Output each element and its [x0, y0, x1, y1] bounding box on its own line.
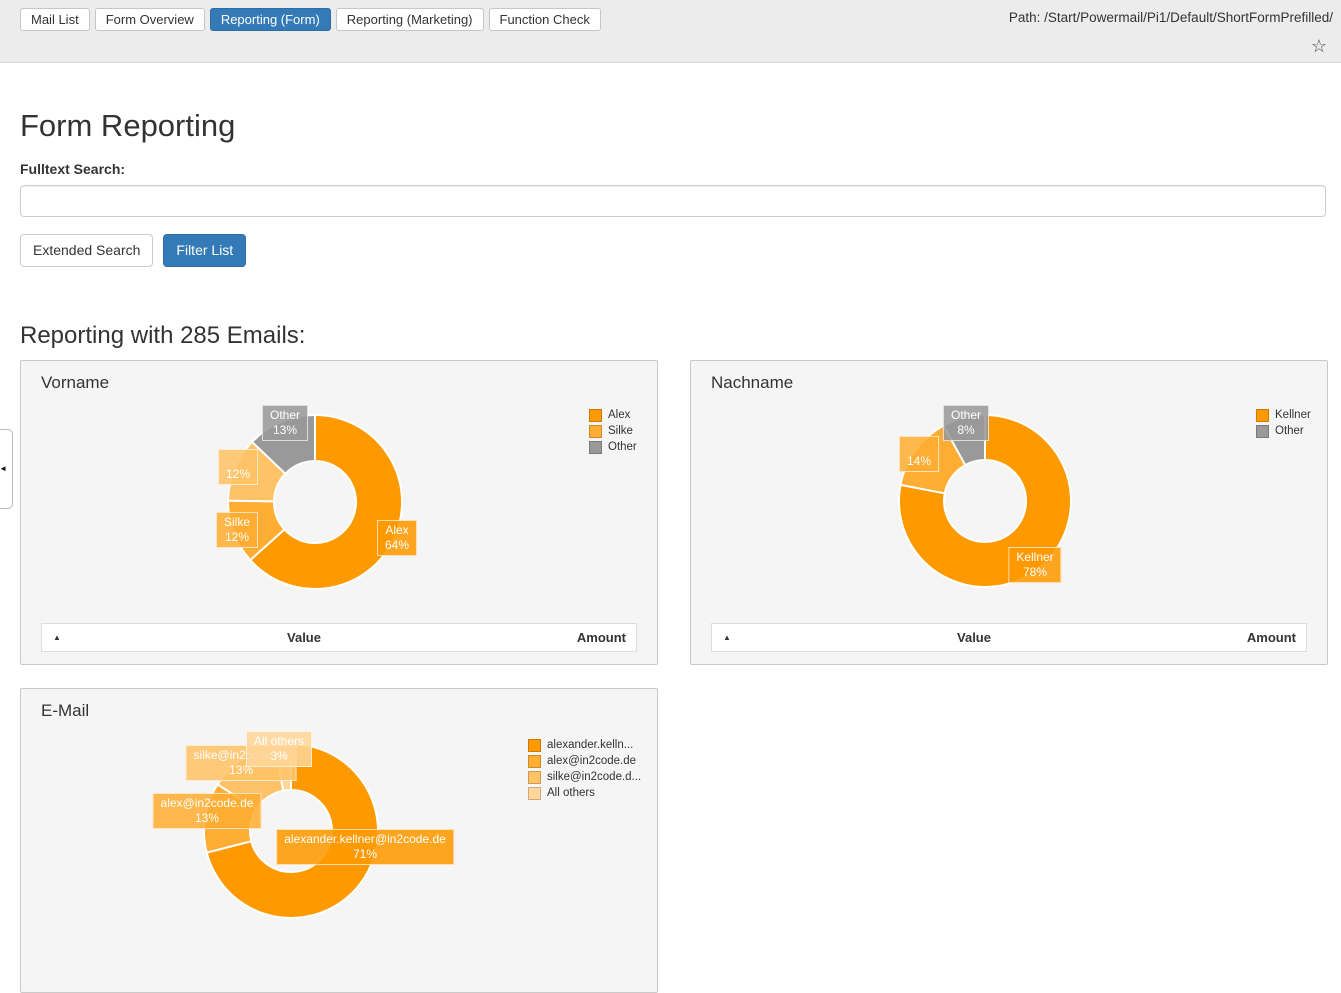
chart-label-All others: All others3% — [246, 731, 312, 767]
legend-label: silke@in2code.d... — [547, 771, 641, 783]
pagetree-collapse-handle[interactable]: ◄ — [0, 429, 13, 509]
extended-search-button[interactable]: Extended Search — [20, 234, 153, 267]
legend-item: alexander.kelln... — [528, 737, 641, 753]
chart-label-alex@in2code.de: alex@in2code.de13% — [153, 793, 262, 829]
legend-item: Alex — [589, 407, 637, 423]
chart-label-name: Alex — [385, 523, 409, 538]
sort-ascending-icon[interactable]: ▲ — [712, 633, 742, 642]
fulltext-search-label: Fulltext Search: — [20, 161, 1326, 177]
legend-swatch-icon — [589, 441, 602, 454]
chart-label-name: Silke — [224, 515, 250, 530]
chart-label-name: Other — [951, 408, 981, 423]
chart-label-Kellner: Kellner78% — [1008, 547, 1061, 583]
chart-label-percent: 13% — [161, 811, 254, 826]
chart-label-percent: 8% — [951, 423, 981, 438]
chart-label-percent: 12% — [224, 530, 250, 545]
legend-swatch-icon — [528, 739, 541, 752]
report-panels: Vorname Alex64%Silke12%12%Other13%AlexSi… — [20, 360, 1326, 993]
legend-item: Kellner — [1256, 407, 1311, 423]
legend-swatch-icon — [589, 409, 602, 422]
legend-swatch-icon — [589, 425, 602, 438]
legend-item: Other — [589, 439, 637, 455]
legend-item: Silke — [589, 423, 637, 439]
legend-item: Other — [1256, 423, 1311, 439]
nachname-legend: Kellner Other — [1256, 407, 1311, 439]
legend-swatch-icon — [528, 787, 541, 800]
chart-label-percent: 12% — [226, 467, 250, 482]
email-chart-area: alexander.kellner@in2code.de71% alex@in2c… — [21, 689, 657, 992]
legend-item: All others — [528, 785, 641, 801]
chart-label-name — [226, 452, 250, 467]
chart-label-percent: 13% — [270, 423, 300, 438]
tab-reporting-marketing[interactable]: Reporting (Marketing) — [336, 8, 484, 31]
chart-label-alexander.kellner@in2code.de: alexander.kellner@in2code.de71% — [276, 829, 454, 865]
legend-item: alex@in2code.de — [528, 753, 641, 769]
tab-form-overview[interactable]: Form Overview — [95, 8, 205, 31]
vorname-table-header: ▲ Value Amount — [41, 623, 637, 652]
column-header-amount[interactable]: Amount — [1206, 630, 1306, 645]
chart-label-unnamed: 12% — [218, 449, 258, 485]
chart-label-Other: Other8% — [943, 405, 989, 441]
chart-label-unnamed: 14% — [899, 436, 939, 472]
column-header-amount[interactable]: Amount — [536, 630, 636, 645]
chart-label-Silke: Silke12% — [216, 512, 258, 548]
sort-ascending-icon[interactable]: ▲ — [42, 633, 72, 642]
fulltext-search-input[interactable] — [20, 185, 1326, 217]
nachname-table-header: ▲ Value Amount — [711, 623, 1307, 652]
chart-label-percent: 71% — [284, 847, 446, 862]
legend-label: Silke — [608, 425, 633, 437]
chart-label-name: All others — [254, 734, 304, 749]
legend-swatch-icon — [1256, 425, 1269, 438]
chart-label-name: alex@in2code.de — [161, 796, 254, 811]
search-buttons: Extended Search Filter List — [20, 234, 1326, 267]
chart-label-name — [907, 439, 931, 454]
chart-label-Alex: Alex64% — [377, 520, 417, 556]
panel-email: E-Mail alexander.kellner@in2code.de71%al… — [20, 688, 658, 993]
vorname-legend: Alex Silke Other — [589, 407, 637, 455]
legend-label: alexander.kelln... — [547, 739, 633, 751]
page-path: Path: /Start/Powermail/Pi1/Default/Short… — [1009, 10, 1333, 25]
legend-label: Other — [1275, 425, 1304, 437]
tab-function-check[interactable]: Function Check — [489, 8, 601, 31]
tab-mail-list[interactable]: Mail List — [20, 8, 90, 31]
module-tabs: Mail List Form Overview Reporting (Form)… — [20, 8, 601, 31]
legend-label: Alex — [608, 409, 630, 421]
chart-label-percent: 64% — [385, 538, 409, 553]
vorname-chart-area: Alex64%Silke12%12%Other13%AlexSilkeOther — [21, 361, 657, 664]
legend-label: Other — [608, 441, 637, 453]
top-bar: Mail List Form Overview Reporting (Form)… — [0, 0, 1341, 63]
panel-vorname: Vorname Alex64%Silke12%12%Other13%AlexSi… — [20, 360, 658, 665]
bookmark-star-icon[interactable]: ☆ — [1311, 36, 1327, 56]
chart-label-name: Kellner — [1016, 550, 1053, 565]
legend-label: alex@in2code.de — [547, 755, 636, 767]
legend-swatch-icon — [528, 755, 541, 768]
legend-label: Kellner — [1275, 409, 1311, 421]
chart-label-name: Other — [270, 408, 300, 423]
chart-label-percent: 78% — [1016, 565, 1053, 580]
tab-reporting-form[interactable]: Reporting (Form) — [210, 8, 331, 31]
chart-label-name: alexander.kellner@in2code.de — [284, 832, 446, 847]
main-content: Form Reporting Fulltext Search: Extended… — [20, 107, 1326, 993]
chart-label-percent: 3% — [254, 749, 304, 764]
legend-swatch-icon — [528, 771, 541, 784]
vorname-donut-chart — [224, 411, 406, 593]
legend-swatch-icon — [1256, 409, 1269, 422]
legend-item: silke@in2code.d... — [528, 769, 641, 785]
legend-label: All others — [547, 787, 595, 799]
column-header-value[interactable]: Value — [742, 630, 1206, 645]
column-header-value[interactable]: Value — [72, 630, 536, 645]
chart-label-percent: 14% — [907, 454, 931, 469]
filter-list-button[interactable]: Filter List — [163, 234, 246, 267]
chart-label-Other: Other13% — [262, 405, 308, 441]
panel-nachname: Nachname Kellner78%14%Other8%KellnerOthe… — [690, 360, 1328, 665]
email-legend: alexander.kelln... alex@in2code.de silke@i… — [528, 737, 641, 801]
collapse-left-icon: ◄ — [0, 465, 7, 473]
nachname-chart-area: Kellner78%14%Other8%KellnerOther — [691, 361, 1327, 664]
reporting-heading: Reporting with 285 Emails: — [20, 322, 1326, 350]
page-title: Form Reporting — [20, 107, 1326, 145]
